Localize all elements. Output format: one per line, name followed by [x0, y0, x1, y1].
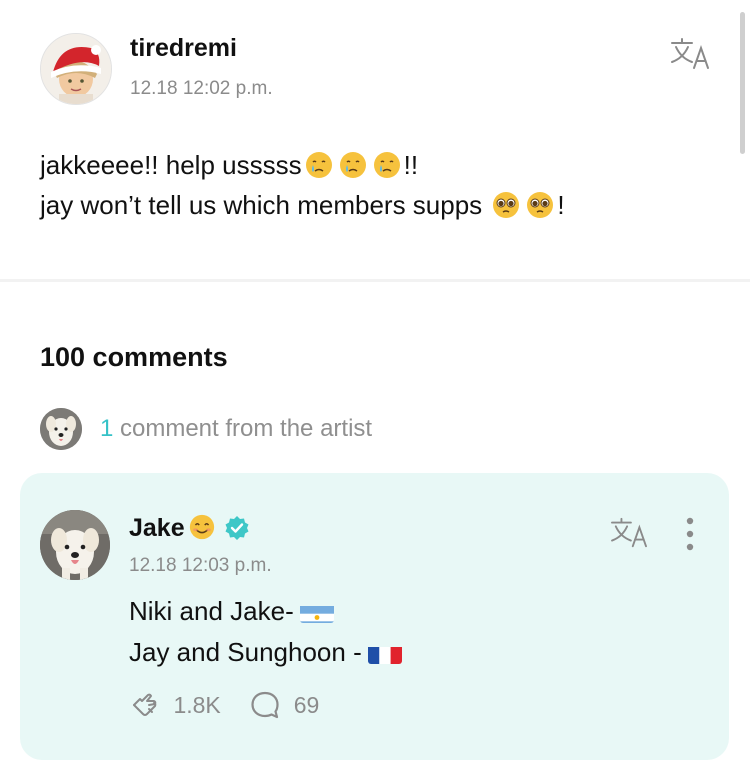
- post-timestamp: 12.18 12:02 p.m.: [130, 78, 273, 99]
- artist-comments-link[interactable]: 1 comment from the artist: [40, 408, 540, 450]
- like-count: 1.8K: [173, 691, 221, 718]
- translate-icon[interactable]: [608, 516, 650, 550]
- crying-face-emoji-icon: [373, 152, 400, 178]
- comment-line-1-text: Niki and Jake-: [129, 596, 294, 626]
- post-line-2-suffix: !: [557, 190, 565, 220]
- france-flag-icon: [367, 641, 402, 664]
- section-divider: [0, 279, 750, 282]
- comment-line-1: Niki and Jake-: [129, 591, 402, 632]
- argentina-flag-icon: [299, 600, 334, 623]
- post-line-1: jakkeeee!! help usssss!!: [40, 145, 565, 185]
- scrollbar[interactable]: [740, 12, 745, 154]
- translate-icon[interactable]: [668, 36, 712, 72]
- pleading-face-emoji-icon: [493, 192, 520, 218]
- post-username[interactable]: tiredremi: [130, 34, 237, 63]
- crying-face-emoji-icon: [339, 152, 366, 178]
- speech-bubble-icon[interactable]: [249, 689, 281, 721]
- comment-stats: 1.8K 69: [129, 689, 319, 721]
- like-hand-icon[interactable]: [129, 689, 161, 721]
- comment-author[interactable]: Jake: [129, 513, 250, 543]
- more-vertical-icon[interactable]: [684, 515, 696, 553]
- comment-timestamp: 12.18 12:03 p.m.: [129, 555, 272, 576]
- artist-comment-card: Jake 12.18 12:03 p.m. Niki and Jake- Jay…: [20, 473, 729, 760]
- comments-count-title: 100 comments: [40, 342, 228, 372]
- post: tiredremi 12.18 12:02 p.m. jakkeeee!! he…: [0, 0, 750, 276]
- comment-author-avatar[interactable]: [40, 510, 110, 580]
- comment-line-2: Jay and Sunghoon -: [129, 632, 402, 673]
- verified-badge-icon: [225, 516, 249, 540]
- reply-count: 69: [293, 691, 320, 718]
- artist-avatar: [40, 408, 82, 450]
- post-body: jakkeeee!! help usssss!! jay won’t tell …: [40, 145, 565, 225]
- comment-line-2-text: Jay and Sunghoon -: [129, 637, 362, 667]
- artist-comment-label[interactable]: comment from the artist: [120, 415, 372, 443]
- crying-face-emoji-icon: [305, 152, 332, 178]
- smiling-face-emoji-icon: [189, 514, 214, 540]
- post-line-1-suffix: !!: [403, 150, 419, 180]
- post-line-2: jay won’t tell us which members supps !: [40, 185, 565, 225]
- pleading-face-emoji-icon: [527, 192, 554, 218]
- post-author-avatar[interactable]: [40, 33, 112, 105]
- comment-author-name[interactable]: Jake: [129, 514, 185, 542]
- artist-comment-count[interactable]: 1: [100, 415, 113, 443]
- post-line-1-text: jakkeeee!! help usssss: [40, 150, 302, 180]
- comment-body: Niki and Jake- Jay and Sunghoon -: [129, 591, 402, 673]
- post-line-2-text: jay won’t tell us which members supps: [40, 190, 483, 220]
